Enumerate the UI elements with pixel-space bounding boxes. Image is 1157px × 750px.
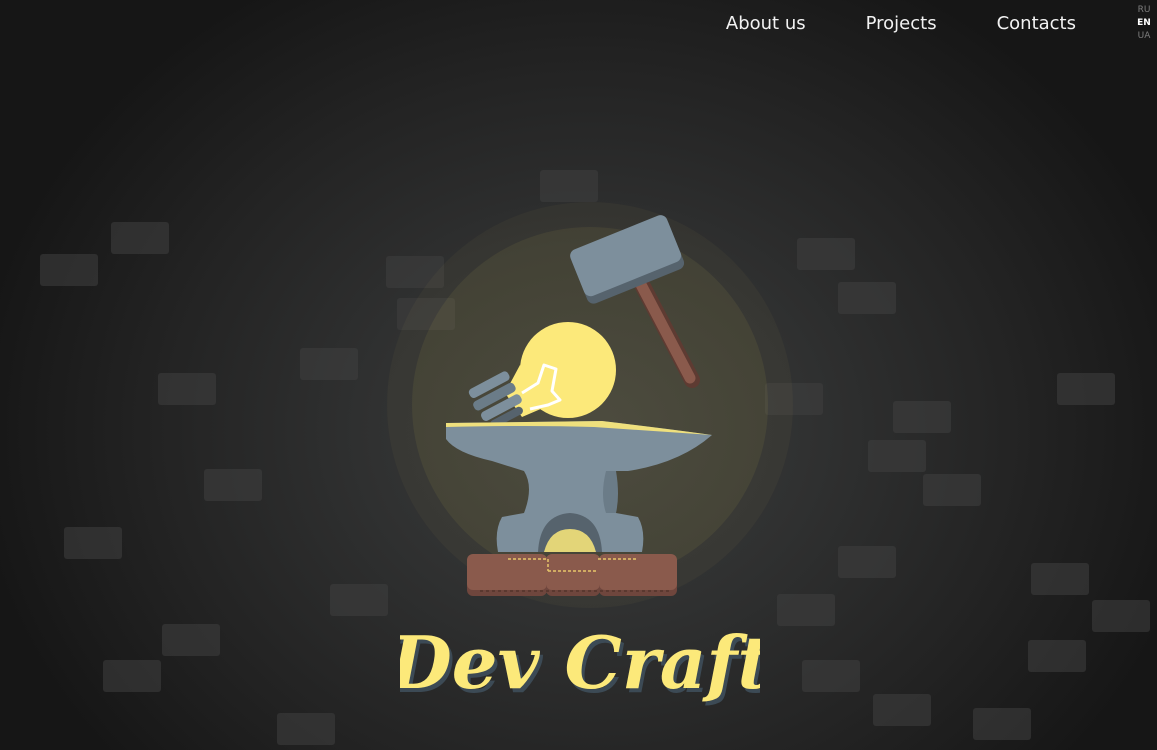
background-brick	[873, 694, 931, 726]
background-brick	[868, 440, 926, 472]
hero-title-text: Dev Craft	[400, 620, 760, 705]
background-brick	[40, 254, 98, 286]
anvil-base	[467, 554, 677, 596]
background-brick	[1031, 563, 1089, 595]
nav-link-contacts[interactable]: Contacts	[997, 12, 1076, 36]
background-brick	[64, 527, 122, 559]
language-option-ru[interactable]: RU	[1138, 4, 1151, 17]
background-brick	[300, 348, 358, 380]
nav-link-projects[interactable]: Projects	[866, 12, 937, 36]
background-brick	[158, 373, 216, 405]
background-brick	[973, 708, 1031, 740]
background-brick	[923, 474, 981, 506]
main-nav: About us Projects Contacts	[726, 12, 1076, 36]
background-brick	[893, 401, 951, 433]
background-brick	[1057, 373, 1115, 405]
background-brick	[838, 282, 896, 314]
background-brick	[162, 624, 220, 656]
background-brick	[277, 713, 335, 745]
background-brick	[111, 222, 169, 254]
hero-page: About us Projects Contacts RU EN UA Dev …	[0, 0, 1157, 750]
language-switcher: RU EN UA	[1136, 4, 1152, 43]
background-brick	[838, 546, 896, 578]
hero-title: Dev Craft Dev Craft	[400, 620, 760, 709]
background-brick	[797, 238, 855, 270]
language-option-ua[interactable]: UA	[1138, 30, 1151, 43]
nav-link-about-us[interactable]: About us	[726, 12, 806, 36]
language-option-en[interactable]: EN	[1137, 17, 1151, 30]
dev-craft-logo	[387, 202, 793, 608]
background-brick	[1092, 600, 1150, 632]
background-brick	[103, 660, 161, 692]
background-brick	[204, 469, 262, 501]
background-brick	[1028, 640, 1086, 672]
background-brick	[802, 660, 860, 692]
